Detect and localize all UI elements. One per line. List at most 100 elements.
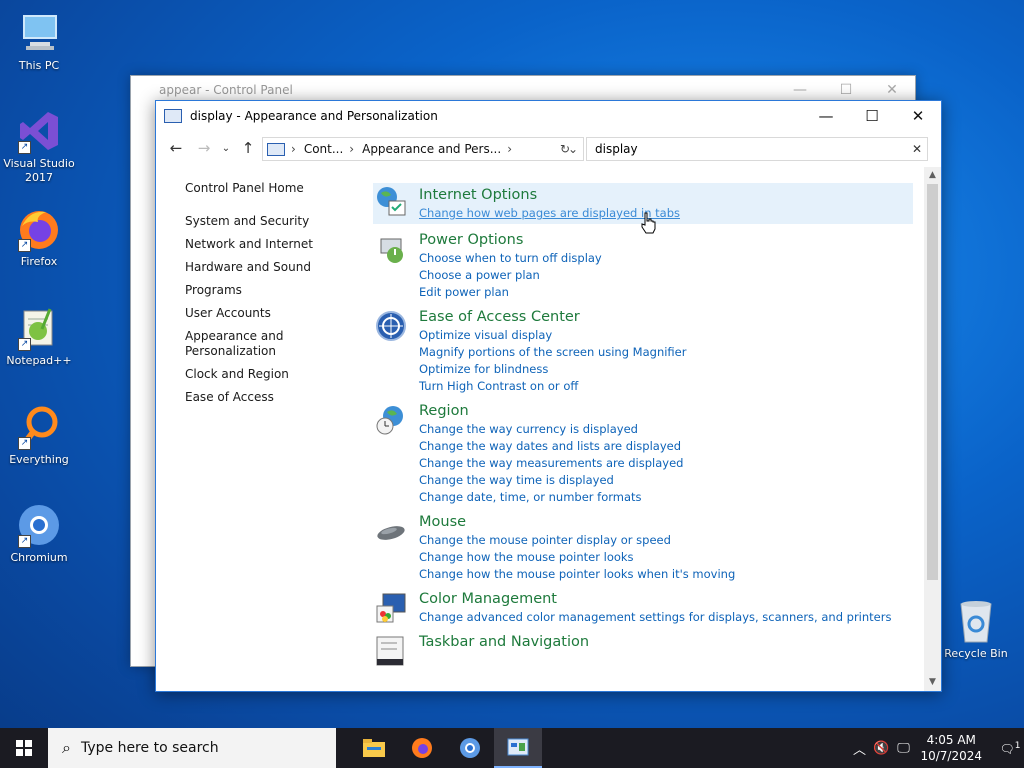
search-box[interactable]: ✕ [586, 137, 928, 161]
result-link[interactable]: Choose when to turn off display [419, 250, 913, 267]
recent-locations-chevron-icon[interactable]: ⌄ [218, 143, 234, 154]
nav-user-accounts[interactable]: User Accounts [185, 306, 355, 321]
scroll-down-arrow-icon[interactable]: ▼ [924, 674, 941, 691]
result-link[interactable]: Change date, time, or number formats [419, 489, 913, 506]
recycle-bin-label: Recycle Bin [944, 647, 1008, 660]
result-link[interactable]: Change advanced color management setting… [419, 609, 913, 626]
clock[interactable]: 4:05 AM 10/7/2024 [920, 732, 982, 764]
volume-muted-icon[interactable]: 🔇 [870, 741, 892, 756]
nav-hardware-and-sound[interactable]: Hardware and Sound [185, 260, 355, 275]
back-arrow-icon[interactable]: ← [162, 139, 190, 157]
nav-system-and-security[interactable]: System and Security [185, 214, 355, 229]
start-button[interactable] [0, 728, 48, 768]
taskbar-control-panel[interactable] [494, 728, 542, 768]
desktop-icon-firefox[interactable]: ↗ Firefox [0, 206, 78, 269]
desktop-icon-notepadpp[interactable]: ↗ Notepad++ [0, 305, 78, 368]
power-options-icon [380, 238, 403, 263]
shortcut-arrow-icon: ↗ [18, 437, 31, 450]
result-link[interactable]: Change the mouse pointer display or spee… [419, 532, 913, 549]
taskbar-firefox[interactable] [398, 728, 446, 768]
shortcut-arrow-icon: ↗ [18, 535, 31, 548]
result-color-management[interactable]: Color Management Change advanced color m… [373, 590, 913, 626]
maximize-button[interactable]: ☐ [849, 101, 895, 131]
result-link[interactable]: Change how web pages are displayed in ta… [419, 205, 913, 222]
address-bar[interactable]: › Cont... › Appearance and Pers... › ⌄ [262, 137, 584, 161]
control-panel-window[interactable]: display - Appearance and Personalization… [155, 100, 942, 692]
result-title[interactable]: Taskbar and Navigation [419, 633, 913, 652]
result-link[interactable]: Optimize visual display [419, 327, 913, 344]
breadcrumb-separator: › [291, 142, 296, 156]
desktop-icon-label: This PC [18, 59, 60, 72]
recycle-bin-icon [960, 601, 992, 643]
shortcut-arrow-icon: ↗ [18, 239, 31, 252]
result-link[interactable]: Change the way dates and lists are displ… [419, 438, 913, 455]
desktop-icon-recycle-bin[interactable]: Recycle Bin [940, 598, 1012, 660]
search-input[interactable] [593, 141, 897, 157]
close-button[interactable]: ✕ [895, 101, 941, 131]
result-link[interactable]: Change how the mouse pointer looks [419, 549, 913, 566]
breadcrumb-control-panel[interactable]: Cont... [304, 142, 343, 156]
windows-logo-icon [16, 740, 32, 756]
result-title[interactable]: Region [419, 402, 913, 421]
result-link[interactable]: Change the way measurements are displaye… [419, 455, 913, 472]
result-title[interactable]: Power Options [419, 231, 913, 250]
result-title[interactable]: Ease of Access Center [419, 308, 913, 327]
result-power-options[interactable]: Power Options Choose when to turn off di… [373, 231, 913, 301]
minimize-button[interactable]: — [803, 101, 849, 131]
result-link[interactable]: Optimize for blindness [419, 361, 913, 378]
result-ease-of-access[interactable]: Ease of Access Center Optimize visual di… [373, 308, 913, 395]
maximize-button[interactable]: ☐ [823, 82, 869, 98]
result-link[interactable]: Change the way time is displayed [419, 472, 913, 489]
nav-clock-and-region[interactable]: Clock and Region [185, 367, 355, 382]
result-title[interactable]: Color Management [419, 590, 913, 609]
nav-network-and-internet[interactable]: Network and Internet [185, 237, 355, 252]
shortcut-arrow-icon: ↗ [18, 338, 31, 351]
minimize-button[interactable]: — [777, 82, 823, 98]
result-mouse[interactable]: Mouse Change the mouse pointer display o… [373, 513, 913, 583]
up-arrow-icon[interactable]: ↑ [234, 139, 262, 157]
taskbar-search-box[interactable]: ⌕ Type here to search [48, 728, 336, 768]
desktop-icon-label: Chromium [10, 551, 68, 564]
taskbar-and-navigation-icon [376, 636, 404, 666]
desktop-icon-everything[interactable]: ↗ Everything [0, 404, 78, 467]
vertical-scrollbar[interactable]: ▲ ▼ [924, 167, 941, 691]
action-center-button[interactable]: 🗨1 [996, 741, 1024, 756]
taskbar-file-explorer[interactable] [350, 728, 398, 768]
clear-search-icon[interactable]: ✕ [907, 142, 927, 156]
result-title[interactable]: Internet Options [419, 186, 913, 205]
desktop-icon-chromium[interactable]: ↗ Chromium [0, 502, 78, 565]
desktop-icon-visual-studio[interactable]: ↗ Visual Studio 2017 [0, 108, 78, 185]
control-panel-home-link[interactable]: Control Panel Home [185, 181, 355, 196]
internet-options-icon [377, 187, 406, 216]
ease-of-access-icon [376, 311, 406, 341]
file-explorer-icon [363, 739, 385, 757]
nav-programs[interactable]: Programs [185, 283, 355, 298]
result-link[interactable]: Edit power plan [419, 284, 913, 301]
firefox-icon [412, 738, 432, 758]
left-navigation-pane: Control Panel Home System and Security N… [185, 181, 355, 413]
result-region[interactable]: Region Change the way currency is displa… [373, 402, 913, 506]
scroll-up-arrow-icon[interactable]: ▲ [924, 167, 941, 184]
notepadpp-icon: ↗ [16, 305, 62, 351]
close-button[interactable]: ✕ [869, 82, 915, 98]
hand-pointer-cursor-icon [641, 212, 656, 234]
desktop-icon-this-pc[interactable]: This PC [0, 10, 78, 73]
forward-arrow-icon[interactable]: → [190, 139, 218, 157]
result-taskbar-and-navigation[interactable]: Taskbar and Navigation [373, 633, 913, 666]
result-link[interactable]: Turn High Contrast on or off [419, 378, 913, 395]
scrollbar-thumb[interactable] [927, 184, 938, 580]
refresh-icon[interactable]: ↻ [554, 138, 576, 160]
desktop-icon-label: Firefox [20, 255, 58, 268]
taskbar-chromium[interactable] [446, 728, 494, 768]
result-link[interactable]: Magnify portions of the screen using Mag… [419, 344, 913, 361]
result-title[interactable]: Mouse [419, 513, 913, 532]
nav-ease-of-access[interactable]: Ease of Access [185, 390, 355, 405]
result-link[interactable]: Choose a power plan [419, 267, 913, 284]
network-icon[interactable]: 🖵 [892, 741, 914, 756]
firefox-icon: ↗ [16, 206, 62, 252]
breadcrumb-appearance[interactable]: Appearance and Pers... [362, 142, 501, 156]
result-link[interactable]: Change how the mouse pointer looks when … [419, 566, 913, 583]
nav-appearance-and-personalization[interactable]: Appearance and Personalization [185, 329, 295, 359]
show-hidden-icons-chevron-icon[interactable]: ︿ [848, 739, 870, 758]
result-link[interactable]: Change the way currency is displayed [419, 421, 913, 438]
